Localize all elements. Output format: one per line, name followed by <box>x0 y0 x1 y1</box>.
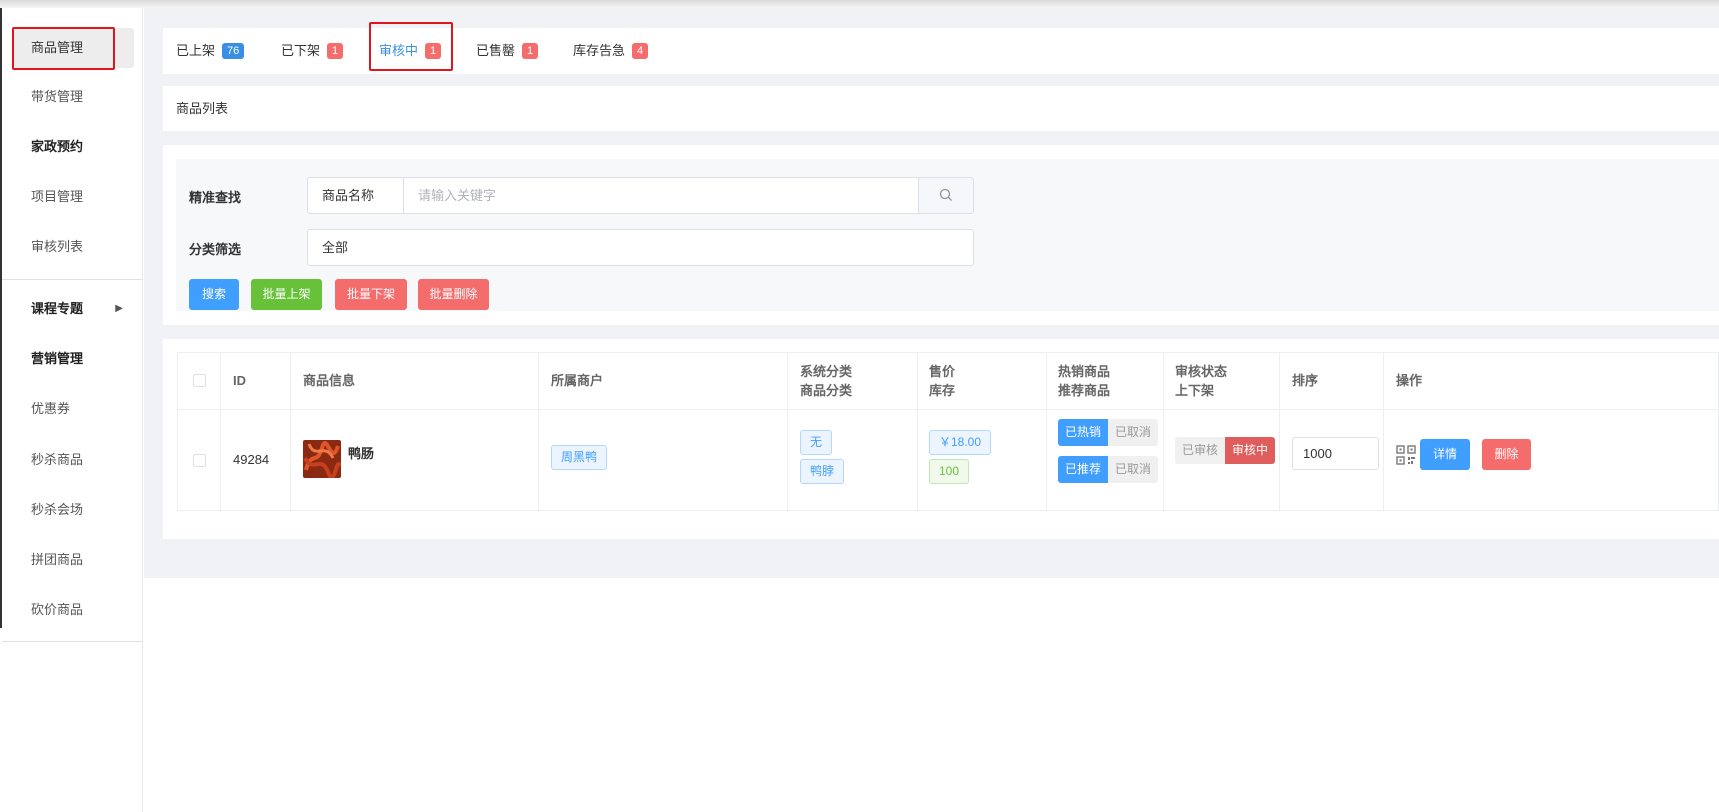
goods-table: ID 商品信息 所属商户 系统分类 商品分类 售价 库存 热销商品 推荐商品 审… <box>177 352 1719 511</box>
sidebar-item-housekeeping[interactable]: 家政预约 <box>2 127 143 167</box>
sidebar-item-marketing[interactable]: 营销管理 <box>2 339 143 379</box>
count-badge: 76 <box>222 43 245 59</box>
header-goods-category: 商品分类 <box>800 383 853 398</box>
highlight-box <box>12 27 115 70</box>
table-row: 49284 鸭肠 周黑鸭 无 鸭脖 ￥18.00 100 已热销 已取消 已推荐… <box>178 410 1718 510</box>
hot-on-option[interactable]: 已热销 <box>1058 419 1109 446</box>
header-merchant: 所属商户 <box>551 373 604 388</box>
sidebar-item-bargain[interactable]: 砍价商品 <box>2 590 143 630</box>
sidebar-item-label: 课程专题 <box>31 301 84 316</box>
detail-button[interactable]: 详情 <box>1420 439 1470 470</box>
header-info: 商品信息 <box>303 373 356 388</box>
row-checkbox[interactable] <box>193 454 206 467</box>
row-id: 49284 <box>233 452 270 467</box>
tab-off-shelf[interactable]: 已下架 1 <box>281 28 344 74</box>
sidebar-divider <box>2 641 143 642</box>
header-actions: 操作 <box>1396 373 1423 388</box>
search-input[interactable]: 请输入关键字 <box>403 177 919 214</box>
top-bar-shadow <box>0 0 1719 8</box>
sidebar: 商品管理 带货管理 家政预约 项目管理 审核列表 课程专题 ▶ 营销管理 优惠券… <box>0 0 143 812</box>
batch-delete-button[interactable]: 批量删除 <box>418 279 489 310</box>
audit-approved-option[interactable]: 已审核 <box>1175 437 1226 464</box>
header-price: 售价 <box>929 364 956 379</box>
goods-category-tag: 鸭脖 <box>800 459 845 484</box>
tab-sold-out[interactable]: 已售罄 1 <box>476 28 539 74</box>
header-stock: 库存 <box>929 383 956 398</box>
product-name: 鸭肠 <box>348 446 375 461</box>
highlight-box <box>369 22 453 71</box>
header-recommend: 推荐商品 <box>1058 383 1111 398</box>
filter-panel: 精准查找 商品名称 请输入关键字 分类筛选 全部 搜索 批量上架 批量下架 批量… <box>163 145 1719 325</box>
stock-tag: 100 <box>929 459 970 484</box>
tab-label: 已售罄 <box>476 43 516 58</box>
tab-label: 已下架 <box>281 43 321 58</box>
goods-table-card: ID 商品信息 所属商户 系统分类 商品分类 售价 库存 热销商品 推荐商品 审… <box>163 339 1719 539</box>
system-category-tag: 无 <box>800 430 833 455</box>
sidebar-divider <box>2 279 143 280</box>
search-icon-button[interactable] <box>918 177 974 214</box>
batch-on-shelf-button[interactable]: 批量上架 <box>251 279 322 310</box>
hot-toggle[interactable]: 已热销 已取消 <box>1058 419 1159 446</box>
sort-input[interactable]: 1000 <box>1292 437 1379 470</box>
tab-low-stock[interactable]: 库存告急 4 <box>573 28 649 74</box>
count-badge: 4 <box>632 43 649 59</box>
merchant-tag: 周黑鸭 <box>551 445 608 470</box>
page-title: 商品列表 <box>163 86 1719 131</box>
recommend-off-option[interactable]: 已取消 <box>1108 456 1159 483</box>
sidebar-item-live-sales[interactable]: 带货管理 <box>2 77 143 117</box>
audit-toggle[interactable]: 已审核 审核中 <box>1175 437 1276 464</box>
header-audit-status: 审核状态 <box>1175 364 1228 379</box>
count-badge: 1 <box>327 43 344 59</box>
sidebar-item-coupons[interactable]: 优惠券 <box>2 389 143 429</box>
header-shelf-status: 上下架 <box>1175 383 1215 398</box>
price-tag: ￥18.00 <box>929 430 992 455</box>
search-field-select[interactable]: 商品名称 <box>307 177 404 214</box>
qrcode-icon[interactable] <box>1396 445 1416 465</box>
main-content: 已上架 76 已下架 1 审核中 1 已售罄 1 库存告急 4 商品列表 精准查找 商品名… <box>144 8 1719 578</box>
category-select[interactable]: 全部 <box>307 229 974 266</box>
category-label: 分类筛选 <box>189 242 242 257</box>
header-id: ID <box>233 373 246 388</box>
header-sys-category: 系统分类 <box>800 364 853 379</box>
filter-form: 精准查找 商品名称 请输入关键字 分类筛选 全部 搜索 批量上架 批量下架 批量… <box>176 159 1719 311</box>
tab-on-shelf[interactable]: 已上架 76 <box>176 28 245 74</box>
sidebar-item-projects[interactable]: 项目管理 <box>2 177 143 217</box>
sidebar-item-audit-list[interactable]: 审核列表 <box>2 227 143 267</box>
sidebar-item-flash-sale-venue[interactable]: 秒杀会场 <box>2 490 143 530</box>
search-label: 精准查找 <box>189 190 242 205</box>
recommend-on-option[interactable]: 已推荐 <box>1058 456 1109 483</box>
tab-label: 库存告急 <box>573 43 626 58</box>
tab-label: 已上架 <box>176 43 216 58</box>
select-all-checkbox[interactable] <box>193 374 206 387</box>
header-hot: 热销商品 <box>1058 364 1111 379</box>
count-badge: 1 <box>522 43 539 59</box>
sidebar-item-courses[interactable]: 课程专题 ▶ <box>2 289 143 329</box>
hot-off-option[interactable]: 已取消 <box>1108 419 1159 446</box>
header-sort: 排序 <box>1292 373 1319 388</box>
product-thumbnail <box>303 440 341 478</box>
sidebar-item-group-buy[interactable]: 拼团商品 <box>2 540 143 580</box>
search-icon <box>939 188 952 201</box>
audit-pending-option[interactable]: 审核中 <box>1225 437 1276 464</box>
recommend-toggle[interactable]: 已推荐 已取消 <box>1058 456 1159 483</box>
batch-off-shelf-button[interactable]: 批量下架 <box>335 279 407 310</box>
delete-button[interactable]: 删除 <box>1482 439 1531 470</box>
search-button[interactable]: 搜索 <box>189 279 239 310</box>
caret-right-icon: ▶ <box>115 303 123 314</box>
product-image-icon <box>303 440 341 478</box>
sidebar-item-flash-sale-goods[interactable]: 秒杀商品 <box>2 440 143 480</box>
